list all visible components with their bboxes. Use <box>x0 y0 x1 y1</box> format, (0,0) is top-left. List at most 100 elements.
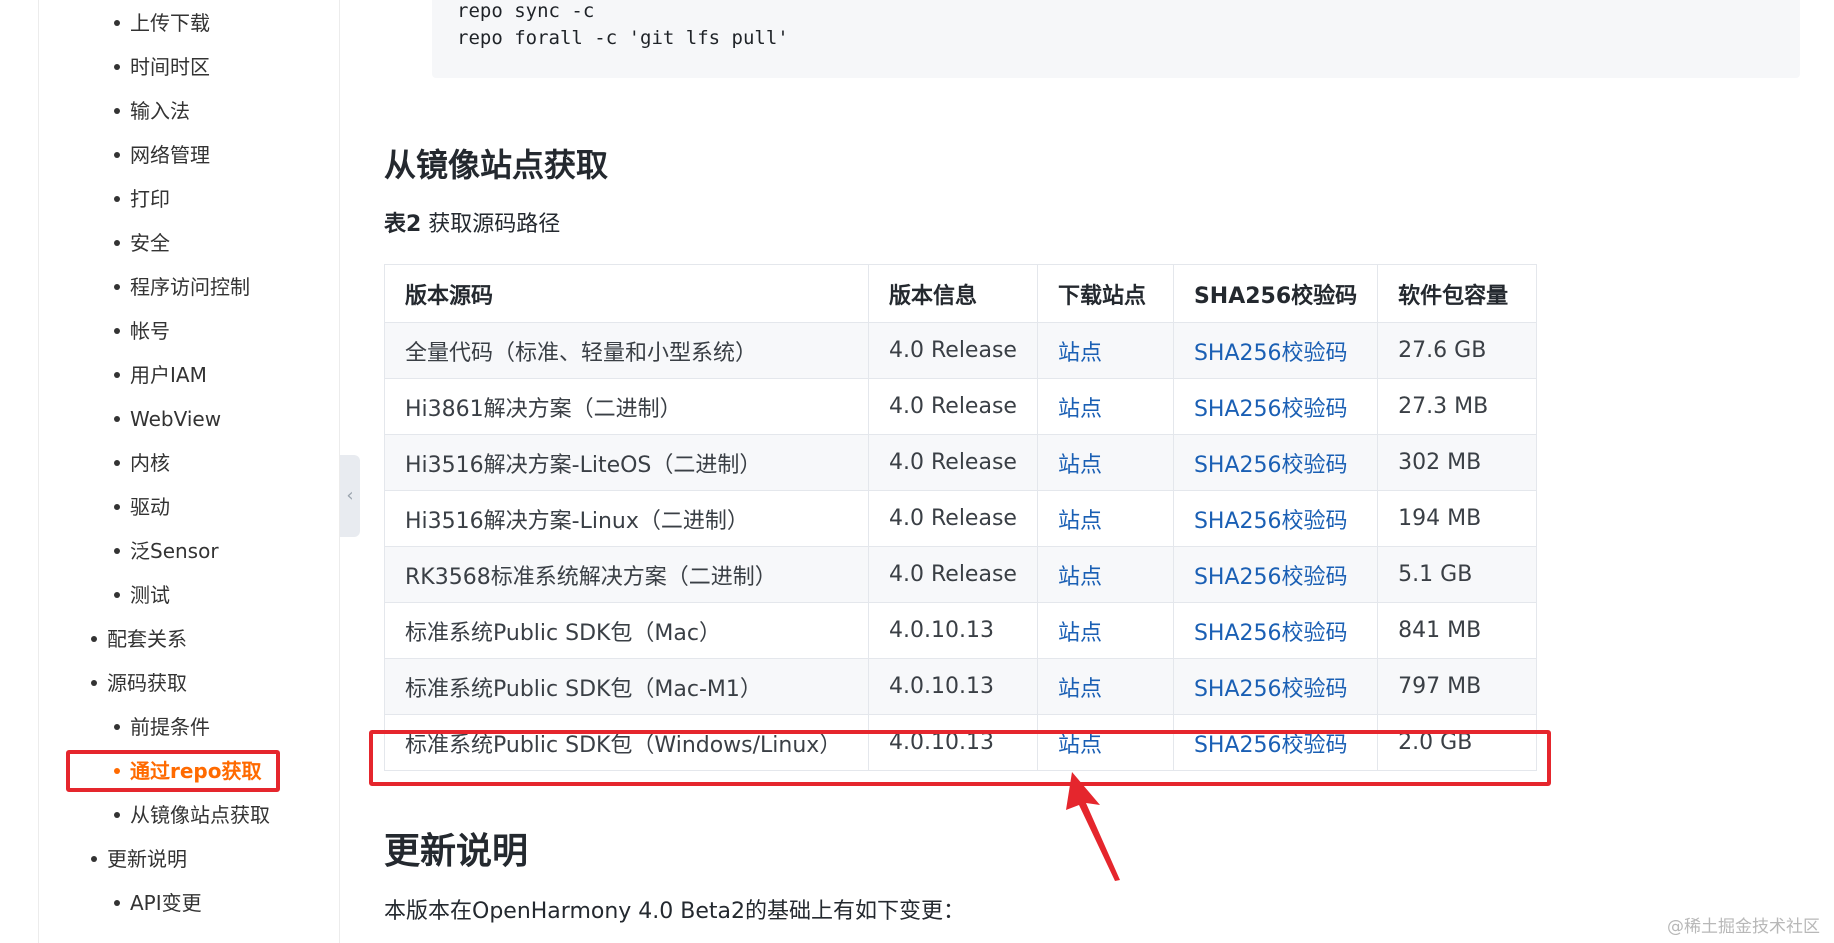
sidebar-item-label: 输入法 <box>130 99 190 123</box>
download-site-link[interactable]: 站点 <box>1036 602 1174 659</box>
cell-version: 4.0.10.13 <box>868 602 1038 659</box>
cell-source: Hi3516解决方案-LiteOS（二进制） <box>384 434 869 491</box>
download-site-link[interactable]: 站点 <box>1036 434 1174 491</box>
bullet-icon <box>114 19 120 26</box>
cell-version: 4.0 Release <box>868 322 1038 379</box>
table-row: Hi3516解决方案-Linux（二进制） 4.0 Release 站点 SHA… <box>384 490 1538 547</box>
cell-version: 4.0 Release <box>868 490 1038 547</box>
cell-size: 302 MB <box>1377 434 1538 491</box>
download-site-link[interactable]: 站点 <box>1036 322 1174 379</box>
sidebar-item-label: 帐号 <box>130 319 170 343</box>
table-header-row: 版本源码 版本信息 下载站点 SHA256校验码 软件包容量 <box>384 264 1538 323</box>
download-site-link[interactable]: 站点 <box>1036 658 1174 715</box>
sidebar-item-input-method[interactable]: 输入法 <box>114 94 190 128</box>
highlight-box-active-nav <box>66 750 280 792</box>
bullet-icon <box>114 63 120 70</box>
cell-version: 4.0 Release <box>868 546 1038 603</box>
watermark: @稀土掘金技术社区 <box>1667 917 1820 937</box>
highlight-box-windows-row <box>369 730 1551 786</box>
sidebar-item-print[interactable]: 打印 <box>114 182 170 216</box>
bullet-icon <box>114 283 120 290</box>
sha256-link[interactable]: SHA256校验码 <box>1172 490 1379 547</box>
sha256-link[interactable]: SHA256校验码 <box>1172 434 1379 491</box>
sha256-link[interactable]: SHA256校验码 <box>1172 378 1379 435</box>
sidebar-item-label: 从镜像站点获取 <box>130 803 270 827</box>
sidebar-item-label: 配套关系 <box>107 627 187 651</box>
sidebar-item-label: 更新说明 <box>107 847 187 871</box>
bullet-icon <box>114 899 120 906</box>
cell-source: 全量代码（标准、轻量和小型系统） <box>384 322 869 379</box>
sidebar-item-pan-sensor[interactable]: 泛Sensor <box>114 534 219 568</box>
sidebar-item-access-control[interactable]: 程序访问控制 <box>114 270 250 304</box>
sidebar-item-source-acquisition[interactable]: 源码获取 <box>91 666 187 700</box>
sidebar-item-label: 用户IAM <box>130 363 207 387</box>
sidebar-nav: 上传下载 时间时区 输入法 网络管理 打印 安全 程序访问控制 帐号 用户IAM… <box>38 0 340 943</box>
sidebar-item-network[interactable]: 网络管理 <box>114 138 210 172</box>
sidebar-item-label: 前提条件 <box>130 715 210 739</box>
cell-source: RK3568标准系统解决方案（二进制） <box>384 546 869 603</box>
annotation-arrow-shape <box>1066 772 1120 881</box>
sidebar-item-label: 程序访问控制 <box>130 275 250 299</box>
sidebar-item-driver[interactable]: 驱动 <box>114 490 170 524</box>
cell-version: 4.0 Release <box>868 378 1038 435</box>
sidebar-item-user-iam[interactable]: 用户IAM <box>114 358 207 392</box>
sha256-link[interactable]: SHA256校验码 <box>1172 546 1379 603</box>
cell-size: 194 MB <box>1377 490 1538 547</box>
bullet-icon <box>114 547 120 554</box>
bullet-icon <box>114 723 120 730</box>
col-header-source: 版本源码 <box>384 264 869 323</box>
sidebar-item-kernel[interactable]: 内核 <box>114 446 170 480</box>
table-row: 标准系统Public SDK包（Mac-M1） 4.0.10.13 站点 SHA… <box>384 658 1538 715</box>
sidebar-item-label: 源码获取 <box>107 671 187 695</box>
cell-source: Hi3861解决方案（二进制） <box>384 378 869 435</box>
sidebar-item-label: 打印 <box>130 187 170 211</box>
cell-size: 27.3 MB <box>1377 378 1538 435</box>
sidebar-item-prerequisites[interactable]: 前提条件 <box>114 710 210 744</box>
sidebar-item-test[interactable]: 测试 <box>114 578 170 612</box>
sidebar-item-compatibility[interactable]: 配套关系 <box>91 622 187 656</box>
bullet-icon <box>91 855 97 862</box>
table-row: RK3568标准系统解决方案（二进制） 4.0 Release 站点 SHA25… <box>384 546 1538 603</box>
cell-source: 标准系统Public SDK包（Mac-M1） <box>384 658 869 715</box>
table-caption: 表2 获取源码路径 <box>384 206 560 238</box>
sidebar-item-account[interactable]: 帐号 <box>114 314 170 348</box>
sidebar-item-label: 驱动 <box>130 495 170 519</box>
download-site-link[interactable]: 站点 <box>1036 378 1174 435</box>
cell-size: 841 MB <box>1377 602 1538 659</box>
bullet-icon <box>114 503 120 510</box>
sidebar-item-upload-download[interactable]: 上传下载 <box>114 6 210 40</box>
download-site-link[interactable]: 站点 <box>1036 490 1174 547</box>
cell-source: Hi3516解决方案-Linux（二进制） <box>384 490 869 547</box>
sidebar-item-label: 上传下载 <box>130 11 210 35</box>
sha256-link[interactable]: SHA256校验码 <box>1172 658 1379 715</box>
download-site-link[interactable]: 站点 <box>1036 546 1174 603</box>
table-caption-text: 获取源码路径 <box>421 212 561 237</box>
table-row: Hi3516解决方案-LiteOS（二进制） 4.0 Release 站点 SH… <box>384 434 1538 491</box>
code-line: repo forall -c 'git lfs pull' <box>457 27 789 49</box>
table-row: 全量代码（标准、轻量和小型系统） 4.0 Release 站点 SHA256校验… <box>384 322 1538 379</box>
sidebar-item-release-notes[interactable]: 更新说明 <box>91 842 187 876</box>
sidebar-item-label: 时间时区 <box>130 55 210 79</box>
section-title-update: 更新说明 <box>384 831 529 872</box>
chevron-left-icon: ‹ <box>346 485 354 506</box>
bullet-icon <box>114 591 120 598</box>
bullet-icon <box>114 371 120 378</box>
sidebar-item-time-zone[interactable]: 时间时区 <box>114 50 210 84</box>
sidebar-item-webview[interactable]: WebView <box>114 402 221 436</box>
cell-size: 5.1 GB <box>1377 546 1538 603</box>
table-row: Hi3861解决方案（二进制） 4.0 Release 站点 SHA256校验码… <box>384 378 1538 435</box>
col-header-size: 软件包容量 <box>1377 264 1538 323</box>
update-intro-text: 本版本在OpenHarmony 4.0 Beta2的基础上有如下变更： <box>384 899 966 924</box>
bullet-icon <box>91 635 97 642</box>
bullet-icon <box>114 327 120 334</box>
sidebar-item-mirror-acquisition[interactable]: 从镜像站点获取 <box>114 798 270 832</box>
sidebar-item-security[interactable]: 安全 <box>114 226 170 260</box>
section-title-mirror: 从镜像站点获取 <box>384 146 609 184</box>
sidebar-collapse-handle[interactable]: ‹ <box>340 455 360 537</box>
source-table: 版本源码 版本信息 下载站点 SHA256校验码 软件包容量 全量代码（标准、轻… <box>384 264 1538 771</box>
sidebar-item-label: WebView <box>130 407 222 431</box>
sidebar-item-api-changes[interactable]: API变更 <box>114 886 202 920</box>
bullet-icon <box>114 415 120 422</box>
sha256-link[interactable]: SHA256校验码 <box>1172 602 1379 659</box>
sha256-link[interactable]: SHA256校验码 <box>1172 322 1379 379</box>
